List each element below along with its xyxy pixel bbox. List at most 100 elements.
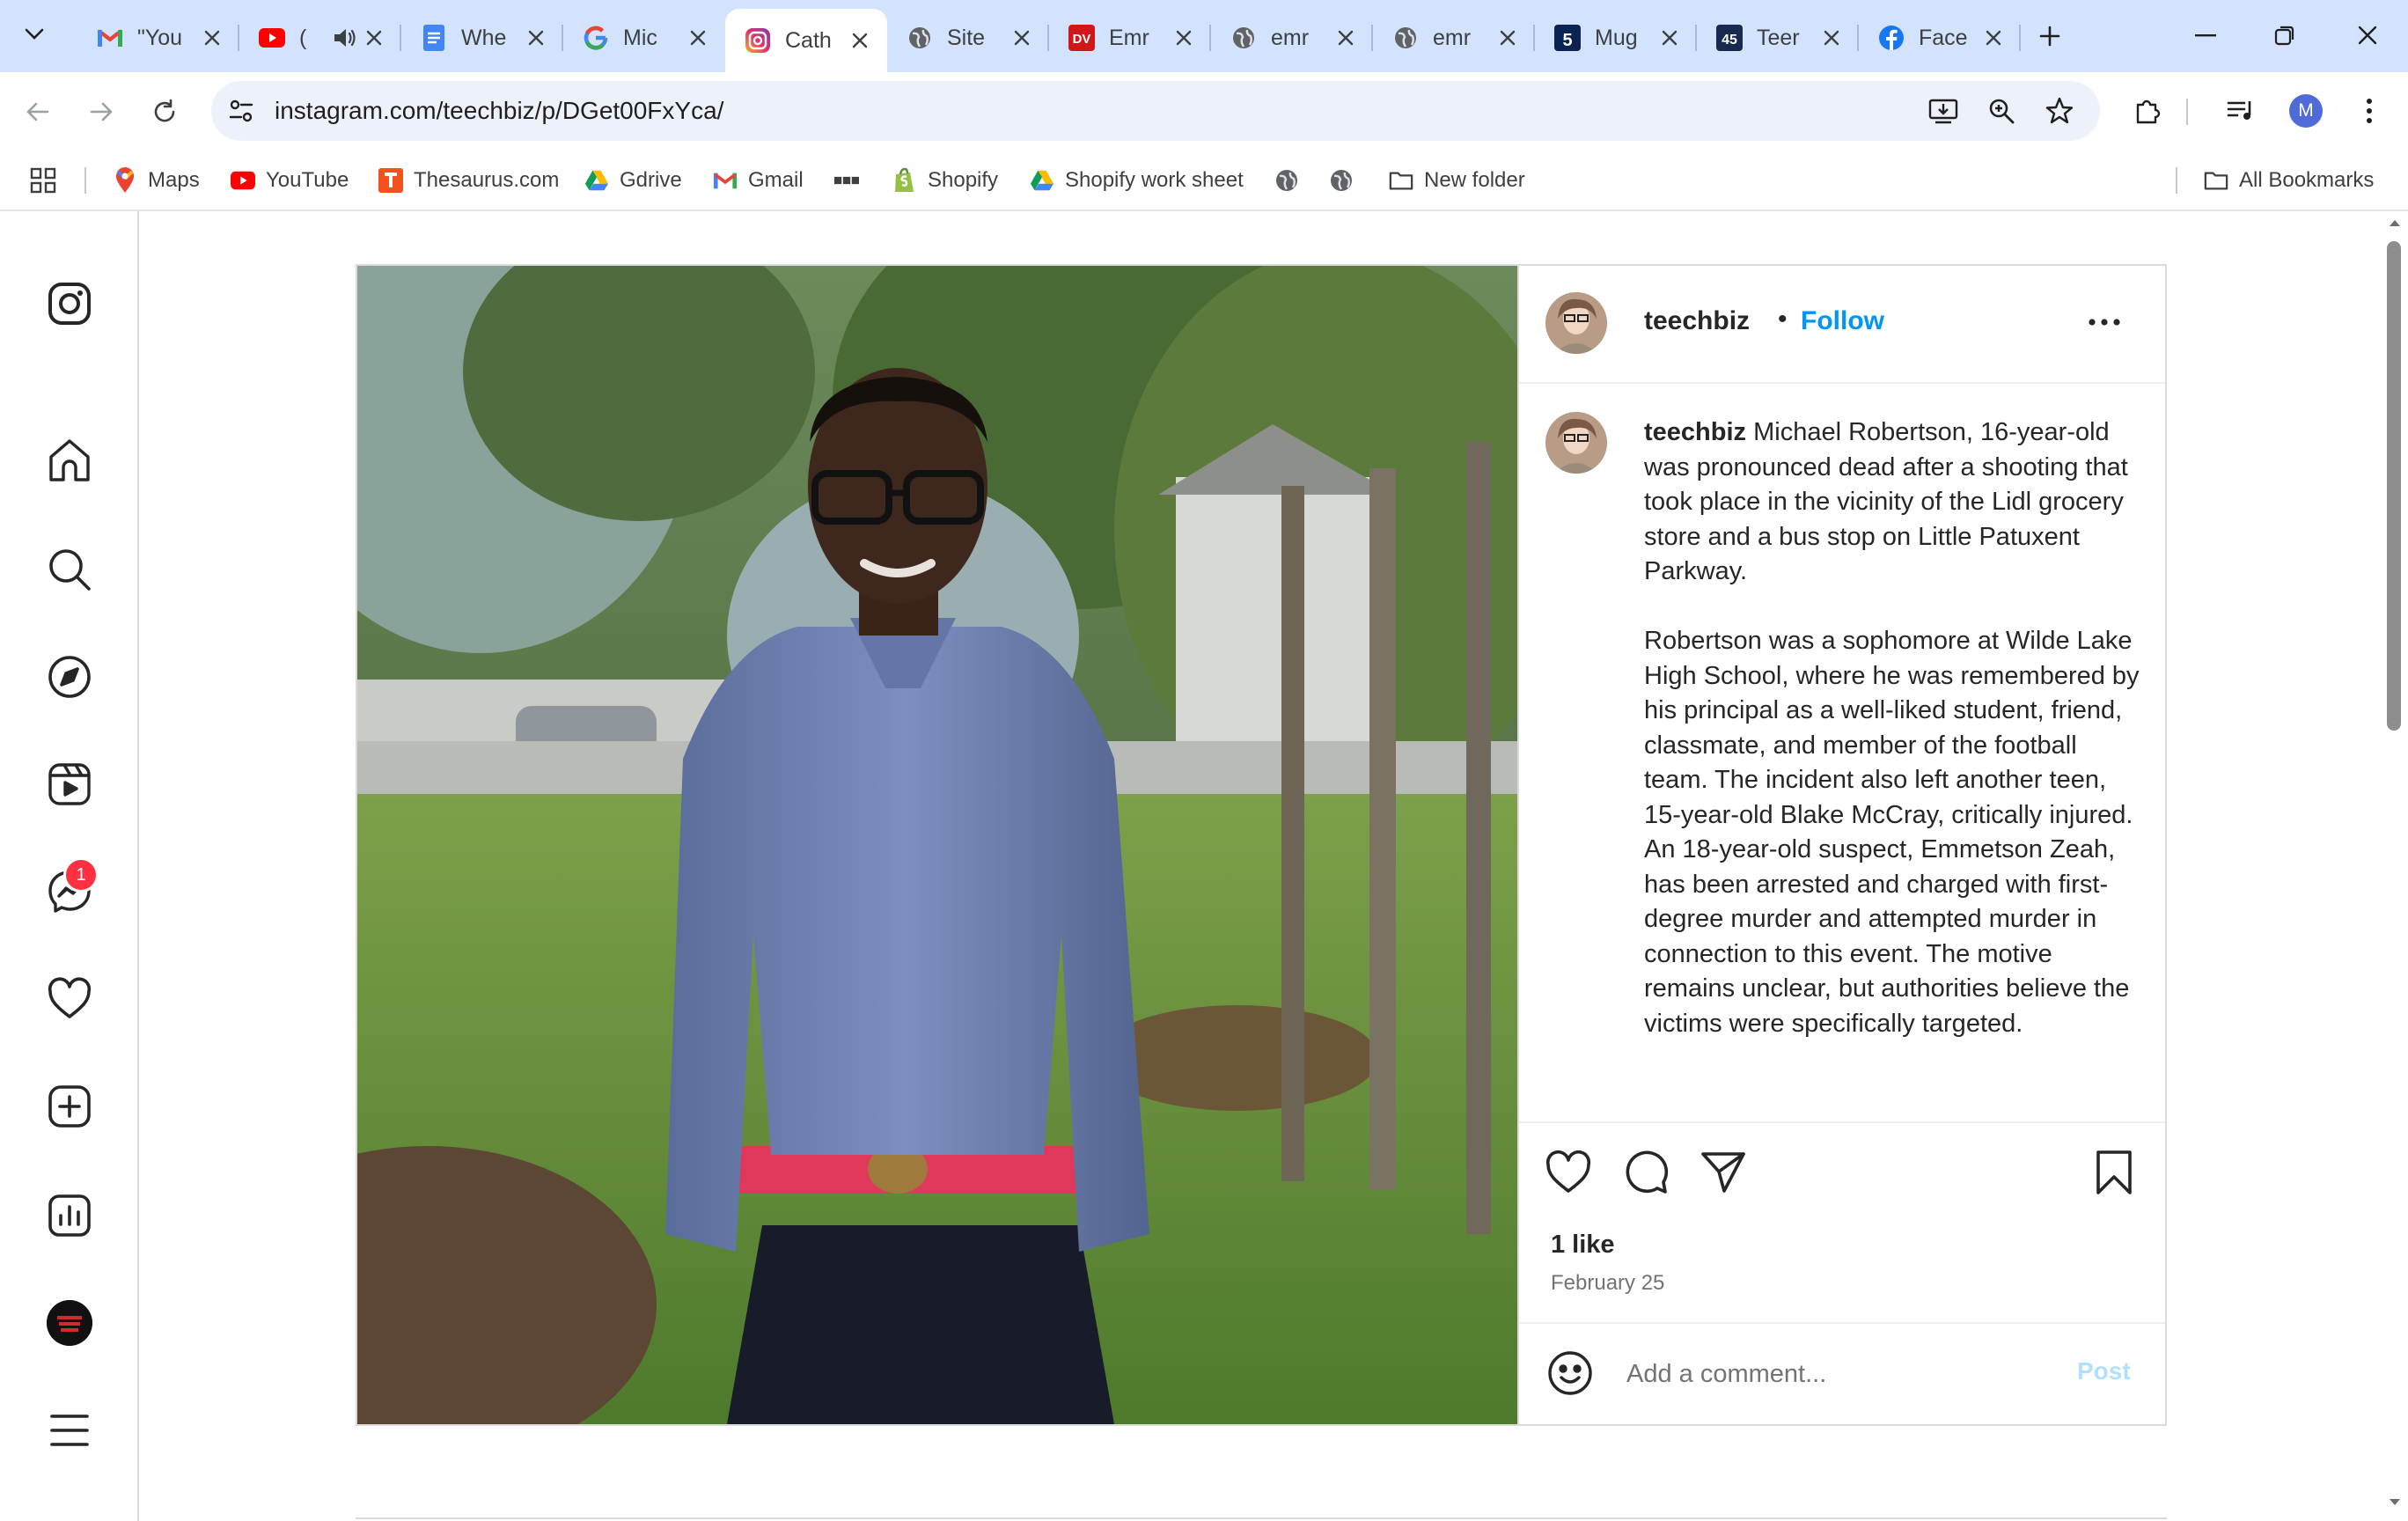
heart-icon bbox=[48, 977, 92, 1018]
create-nav-item[interactable] bbox=[40, 1077, 99, 1135]
tab-close-button[interactable] bbox=[1818, 25, 1845, 51]
back-button[interactable] bbox=[18, 92, 58, 132]
scroll-down-arrow-icon[interactable] bbox=[2389, 1498, 2401, 1507]
follow-button[interactable]: Follow bbox=[1801, 306, 1884, 336]
minimize-window-button[interactable] bbox=[2179, 12, 2232, 58]
profile-avatar bbox=[47, 1300, 92, 1346]
tab-close-button[interactable] bbox=[1494, 25, 1521, 51]
messages-nav-item[interactable]: 1 bbox=[40, 857, 99, 921]
explore-nav-item[interactable] bbox=[40, 648, 99, 706]
apps-button[interactable] bbox=[30, 162, 56, 199]
caption-author-avatar[interactable] bbox=[1545, 412, 1607, 474]
forward-button[interactable] bbox=[81, 92, 121, 132]
reels-nav-item[interactable] bbox=[40, 755, 99, 813]
like-button[interactable] bbox=[1542, 1146, 1595, 1199]
bookmark-item[interactable] bbox=[834, 162, 859, 199]
browser-tab[interactable]: Cath bbox=[725, 9, 887, 72]
menu-icon bbox=[50, 1414, 89, 1446]
like-count[interactable]: 1 like bbox=[1551, 1231, 1615, 1260]
bookmark-icon bbox=[2096, 1150, 2132, 1194]
browser-tab[interactable]: Mic bbox=[563, 9, 725, 67]
bookmark-item[interactable]: Maps bbox=[113, 162, 200, 199]
reload-button[interactable] bbox=[144, 92, 185, 132]
tab-close-button[interactable] bbox=[1009, 25, 1035, 51]
emoji-button[interactable] bbox=[1545, 1348, 1595, 1398]
bookmark-item[interactable] bbox=[1329, 162, 1354, 199]
tab-title: Mic bbox=[623, 25, 657, 50]
author-username[interactable]: teechbiz bbox=[1644, 306, 1750, 336]
share-button[interactable] bbox=[1697, 1146, 1750, 1199]
close-window-button[interactable] bbox=[2341, 12, 2394, 58]
url-text[interactable]: instagram.com/teechbiz/p/DGet00FxYca/ bbox=[275, 97, 723, 125]
browser-tab[interactable]: "You bbox=[77, 9, 239, 67]
comment-icon bbox=[1626, 1150, 1669, 1194]
comment-button[interactable] bbox=[1619, 1146, 1672, 1199]
browser-tab[interactable]: ( bbox=[239, 9, 401, 67]
author-avatar[interactable] bbox=[1545, 292, 1607, 354]
post-photo[interactable] bbox=[357, 266, 1517, 1424]
zoom-icon bbox=[1989, 99, 2015, 124]
dashboard-nav-item[interactable] bbox=[40, 1187, 99, 1245]
bookmark-item[interactable]: Shopify work sheet bbox=[1030, 162, 1244, 199]
caption-username[interactable]: teechbiz bbox=[1644, 418, 1746, 446]
tab-close-button[interactable] bbox=[523, 25, 549, 51]
home-nav-item[interactable] bbox=[40, 431, 99, 489]
bookmark-item[interactable]: Thesaurus.com bbox=[378, 162, 559, 199]
browser-tab[interactable]: DV Emr bbox=[1049, 9, 1211, 67]
tab-close-button[interactable] bbox=[1332, 25, 1359, 51]
bookmark-item[interactable]: YouTube bbox=[231, 162, 349, 199]
tab-title: "You bbox=[137, 25, 183, 50]
close-icon bbox=[1986, 30, 2001, 46]
post-options-button[interactable] bbox=[2082, 305, 2126, 340]
restore-window-button[interactable] bbox=[2258, 12, 2311, 58]
media-controls-button[interactable] bbox=[2220, 90, 2262, 132]
bookmark-item[interactable]: New folder bbox=[1389, 162, 1525, 199]
scroll-up-arrow-icon[interactable] bbox=[2389, 218, 2401, 227]
tab-close-button[interactable] bbox=[1980, 25, 2007, 51]
browser-tab[interactable]: Site bbox=[887, 9, 1049, 67]
scrollbar-thumb[interactable] bbox=[2387, 241, 2401, 731]
chrome-menu-button[interactable] bbox=[2348, 90, 2390, 132]
notifications-nav-item[interactable] bbox=[40, 970, 99, 1028]
new-tab-button[interactable] bbox=[2030, 16, 2070, 56]
instagram-logo-button[interactable] bbox=[40, 275, 99, 333]
browser-tab[interactable]: 5 Mug bbox=[1535, 9, 1697, 67]
browser-tab[interactable]: Face bbox=[1859, 9, 2021, 67]
globe-icon bbox=[1329, 168, 1354, 193]
tab-close-button[interactable] bbox=[361, 25, 387, 51]
bookmark-label: New folder bbox=[1424, 168, 1525, 192]
comment-input[interactable] bbox=[1625, 1354, 2051, 1394]
profile-nav-item[interactable] bbox=[40, 1294, 99, 1352]
tab-close-button[interactable] bbox=[847, 27, 873, 54]
tab-close-button[interactable] bbox=[1171, 25, 1197, 51]
site-info-icon[interactable] bbox=[225, 95, 257, 127]
tab-search-button[interactable] bbox=[12, 12, 56, 56]
browser-tab[interactable]: emr bbox=[1211, 9, 1373, 67]
browser-tab[interactable]: Whe bbox=[401, 9, 563, 67]
speaker-icon[interactable] bbox=[333, 26, 357, 49]
tab-close-button[interactable] bbox=[199, 25, 225, 51]
browser-tab[interactable]: 45 Teer bbox=[1697, 9, 1859, 67]
thesaurus-icon bbox=[378, 168, 403, 193]
page-scrollbar[interactable] bbox=[2383, 211, 2408, 1521]
dv-icon: DV bbox=[1068, 25, 1095, 51]
tab-close-button[interactable] bbox=[685, 25, 711, 51]
post-comment-button[interactable]: Post bbox=[2077, 1357, 2131, 1385]
post-date[interactable]: February 25 bbox=[1551, 1271, 1664, 1296]
zoom-button[interactable] bbox=[1986, 95, 2017, 127]
bookmark-star-button[interactable] bbox=[2044, 95, 2075, 127]
search-nav-item[interactable] bbox=[40, 540, 99, 599]
bookmark-item[interactable]: Gmail bbox=[713, 162, 804, 199]
save-button[interactable] bbox=[2088, 1146, 2140, 1199]
all-bookmarks-button[interactable]: All Bookmarks bbox=[2204, 162, 2374, 199]
extensions-button[interactable] bbox=[2126, 90, 2169, 132]
install-app-button[interactable] bbox=[1927, 95, 1959, 127]
address-bar[interactable]: instagram.com/teechbiz/p/DGet00FxYca/ bbox=[211, 81, 2100, 141]
more-menu-nav-item[interactable] bbox=[40, 1401, 99, 1459]
bookmark-item[interactable]: Gdrive bbox=[584, 162, 682, 199]
browser-tab[interactable]: emr bbox=[1373, 9, 1535, 67]
profile-button[interactable]: M bbox=[2285, 90, 2327, 132]
tab-close-button[interactable] bbox=[1656, 25, 1683, 51]
bookmark-item[interactable]: Shopify bbox=[892, 162, 998, 199]
bookmark-item[interactable] bbox=[1274, 162, 1299, 199]
